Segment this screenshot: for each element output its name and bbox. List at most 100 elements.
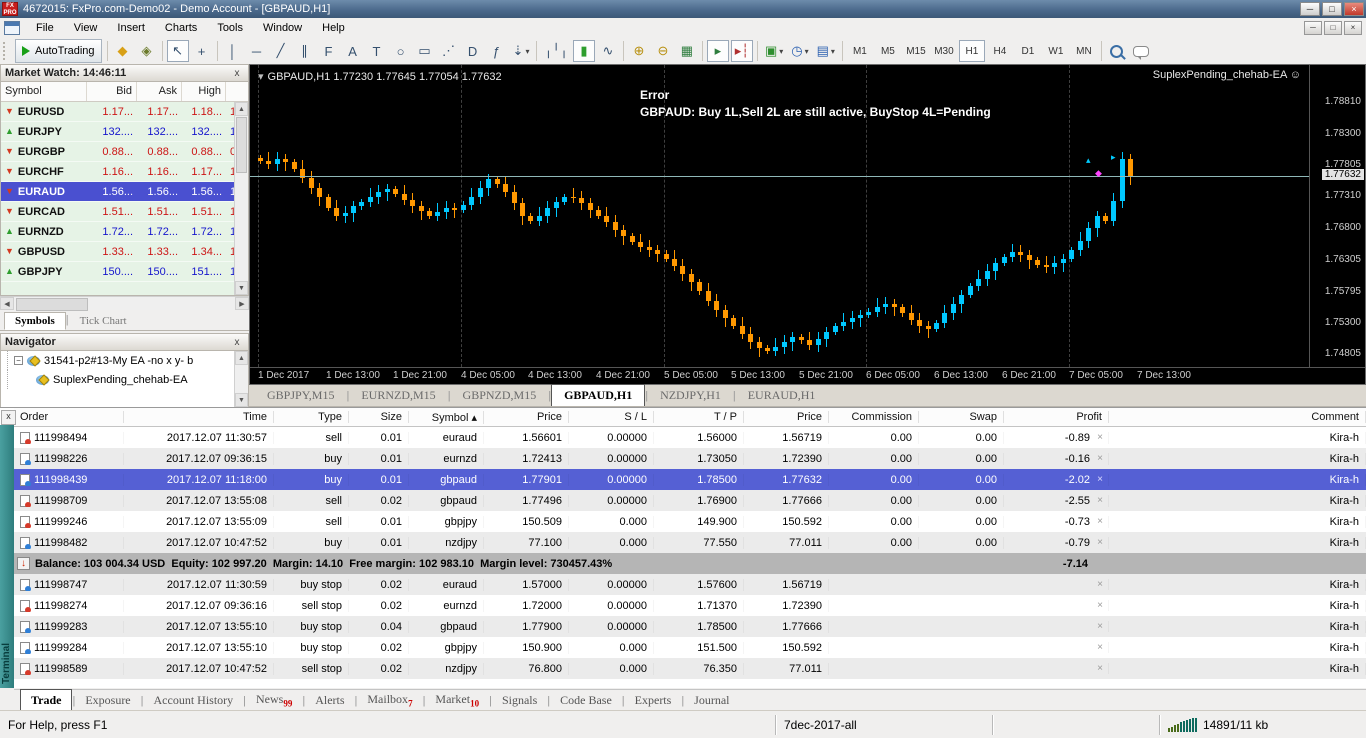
market-watch-row[interactable]: ▼EURAUD1.56...1.56...1.56...1 [1, 182, 248, 202]
tree-expander-icon[interactable]: − [14, 356, 23, 365]
horizontal-line-icon[interactable]: ─ [246, 40, 268, 62]
close-order-icon[interactable]: × [1092, 432, 1108, 443]
scroll-thumb[interactable] [236, 117, 247, 173]
text-icon[interactable]: A [342, 40, 364, 62]
fibonacci-icon[interactable]: F [318, 40, 340, 62]
close-order-icon[interactable]: × [1092, 642, 1108, 653]
order-row[interactable]: 1119987472017.12.07 11:30:59buy stop0.02… [14, 574, 1366, 595]
col-comment[interactable]: Comment [1109, 411, 1366, 423]
scroll-up-icon[interactable]: ▲ [235, 102, 248, 116]
market-watch-row[interactable]: ▼EURCHF1.16...1.16...1.17...1 [1, 162, 248, 182]
chart-tab-gbpjpy-m15[interactable]: GBPJPY,M15 [255, 385, 346, 406]
navigator-item[interactable]: −31541-p2#13-My EA -no x y- b [1, 351, 248, 370]
chart-shift-icon[interactable]: ▸┆ [731, 40, 753, 62]
chart-window-icon[interactable] [4, 21, 20, 35]
menu-file[interactable]: File [26, 20, 64, 36]
chart-tab-eurnzd-m15[interactable]: EURNZD,M15 [349, 385, 447, 406]
col-size[interactable]: Size [349, 411, 409, 423]
market-watch-row[interactable]: ▼EURGBP0.88...0.88...0.88...0 [1, 142, 248, 162]
fibo-fan-icon[interactable]: ⋰ [438, 40, 460, 62]
col-commission[interactable]: Commission [829, 411, 919, 423]
order-row[interactable]: 1119985892017.12.07 10:47:52sell stop0.0… [14, 658, 1366, 679]
arrows-tool-icon[interactable]: ⇣▾ [510, 40, 533, 62]
bar-chart-icon[interactable]: ╷╵╷ [541, 40, 570, 62]
close-order-icon[interactable]: × [1092, 537, 1108, 548]
terminal-tab-exposure[interactable]: Exposure [75, 690, 140, 711]
col-price[interactable]: Price [744, 411, 829, 423]
line-chart-icon[interactable]: ∿ [597, 40, 619, 62]
market-watch-row[interactable]: ▼GBPUSD1.33...1.33...1.34...1 [1, 242, 248, 262]
order-row[interactable]: 1119984942017.12.07 11:30:57sell0.01eura… [14, 427, 1366, 448]
col-price[interactable]: Price [484, 411, 569, 423]
col-profit[interactable]: Profit [1004, 411, 1109, 423]
menu-charts[interactable]: Charts [155, 20, 207, 36]
market-watch-row[interactable]: ▲EURJPY132....132....132....1 [1, 122, 248, 142]
chart-tab-gbpnzd-m15[interactable]: GBPNZD,M15 [451, 385, 549, 406]
mw-col-ask[interactable]: Ask [137, 82, 182, 101]
autotrading-button[interactable]: AutoTrading [15, 39, 102, 63]
terminal-tab-news[interactable]: News99 [246, 689, 302, 711]
menu-insert[interactable]: Insert [107, 20, 155, 36]
chart-minimize-button[interactable]: ─ [1304, 21, 1322, 35]
metaeditor-icon[interactable]: ◈ [136, 40, 158, 62]
pattern-icon[interactable]: D [462, 40, 484, 62]
zoom-out-icon[interactable]: ⊖ [652, 40, 674, 62]
terminal-side-strip[interactable]: Terminal [0, 425, 14, 688]
terminal-tab-account-history[interactable]: Account History [144, 690, 244, 711]
col-symbol[interactable]: Symbol ▴ [409, 411, 484, 424]
terminal-tab-market[interactable]: Market10 [425, 689, 489, 711]
chart-close-button[interactable]: × [1344, 21, 1362, 35]
terminal-tab-mailbox[interactable]: Mailbox7 [357, 689, 422, 711]
chart-tab-nzdjpy-h1[interactable]: NZDJPY,H1 [648, 385, 733, 406]
order-row[interactable]: 1119982262017.12.07 09:36:15buy0.01eurnz… [14, 448, 1366, 469]
terminal-tab-journal[interactable]: Journal [684, 690, 739, 711]
col-tp[interactable]: T / P [654, 411, 744, 423]
terminal-close-icon[interactable]: x [1, 410, 16, 425]
scroll-down-icon[interactable]: ▼ [235, 393, 248, 407]
terminal-tab-signals[interactable]: Signals [492, 690, 547, 711]
close-order-icon[interactable]: × [1092, 621, 1108, 632]
terminal-tab-code-base[interactable]: Code Base [550, 690, 622, 711]
scroll-thumb[interactable] [16, 298, 88, 311]
col-order[interactable]: Order [14, 411, 124, 423]
order-row[interactable]: 1119984822017.12.07 10:47:52buy0.01nzdjp… [14, 532, 1366, 553]
text-label-icon[interactable]: T [366, 40, 388, 62]
timeframe-m1[interactable]: M1 [847, 40, 873, 62]
market-watch-hscrollbar[interactable]: ◀ ▶ [0, 296, 249, 310]
scroll-up-icon[interactable]: ▲ [235, 351, 248, 365]
market-watch-vscrollbar[interactable]: ▲ ▼ [234, 102, 248, 295]
market-watch-row[interactable]: ▼EURCAD1.51...1.51...1.51...1 [1, 202, 248, 222]
close-order-icon[interactable]: × [1092, 474, 1108, 485]
scroll-down-icon[interactable]: ▼ [235, 281, 248, 295]
navigator-close-icon[interactable]: x [230, 337, 244, 348]
toolbar-grip[interactable] [3, 42, 10, 60]
navigator-vscrollbar[interactable]: ▲ ▼ [234, 351, 248, 407]
cursor-icon[interactable]: ↖ [167, 40, 189, 62]
order-row[interactable]: 1119992462017.12.07 13:55:09sell0.01gbpj… [14, 511, 1366, 532]
timeframe-m30[interactable]: M30 [931, 40, 957, 62]
close-order-icon[interactable]: × [1092, 600, 1108, 611]
auto-scroll-icon[interactable]: ▸ [707, 40, 729, 62]
order-row[interactable]: 1119987092017.12.07 13:55:08sell0.02gbpa… [14, 490, 1366, 511]
menu-tools[interactable]: Tools [207, 20, 253, 36]
chart-area[interactable]: ▾GBPAUD,H1 1.77230 1.77645 1.77054 1.776… [249, 64, 1366, 385]
chart-plot[interactable]: ▾GBPAUD,H1 1.77230 1.77645 1.77054 1.776… [250, 65, 1309, 367]
market-watch-row[interactable]: ▼EURUSD1.17...1.17...1.18...1 [1, 102, 248, 122]
chart-tab-euraud-h1[interactable]: EURAUD,H1 [736, 385, 828, 406]
order-row[interactable]: 1119984392017.12.07 11:18:00buy0.01gbpau… [14, 469, 1366, 490]
order-row[interactable]: 1119992842017.12.07 13:55:10buy stop0.02… [14, 637, 1366, 658]
terminal-tab-trade[interactable]: Trade [20, 689, 72, 711]
timeframe-mn[interactable]: MN [1071, 40, 1097, 62]
close-button[interactable]: × [1344, 2, 1364, 16]
maximize-button[interactable]: □ [1322, 2, 1342, 16]
rectangle-icon[interactable]: ▭ [414, 40, 436, 62]
crosshair-icon[interactable]: + [191, 40, 213, 62]
timeframe-h4[interactable]: H4 [987, 40, 1013, 62]
dropdown-arrow-icon[interactable]: ▾ [779, 47, 783, 56]
order-row[interactable]: 1119992832017.12.07 13:55:10buy stop0.04… [14, 616, 1366, 637]
close-order-icon[interactable]: × [1092, 579, 1108, 590]
dropdown-arrow-icon[interactable]: ▾ [805, 47, 809, 56]
order-row[interactable]: 1119982742017.12.07 09:36:16sell stop0.0… [14, 595, 1366, 616]
candlestick-chart-icon[interactable]: ▮ [573, 40, 595, 62]
templates-icon[interactable]: ▤▾ [814, 40, 838, 62]
